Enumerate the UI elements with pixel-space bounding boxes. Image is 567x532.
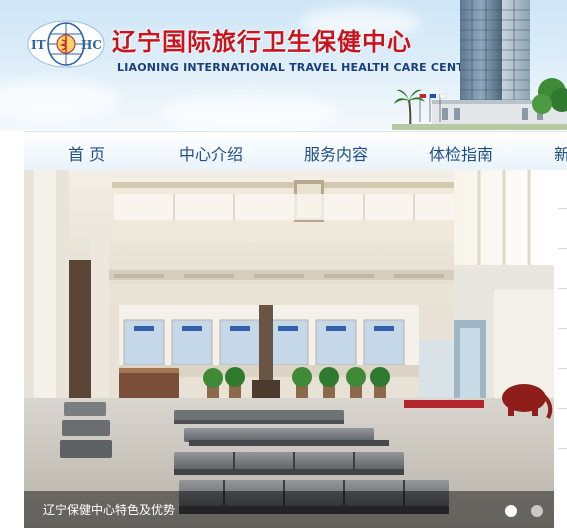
slide-dot-1[interactable] bbox=[505, 505, 517, 517]
side-divider bbox=[558, 448, 567, 449]
side-divider bbox=[558, 368, 567, 369]
nav-item-about[interactable]: 中心介绍 bbox=[179, 141, 243, 165]
image-slider: 辽宁保健中心特色及优势 bbox=[24, 170, 554, 528]
side-divider bbox=[558, 328, 567, 329]
logo-letters-left: IT bbox=[31, 38, 46, 52]
site-header: IT HC 辽宁国际旅行卫生保健中心 LIAONING INTERNATIONA… bbox=[0, 0, 567, 130]
side-column-edge bbox=[554, 170, 567, 528]
side-divider bbox=[558, 208, 567, 209]
nav-item-services[interactable]: 服务内容 bbox=[304, 141, 368, 165]
nav-item-news[interactable]: 新 bbox=[554, 141, 567, 165]
nav-item-checkup-guide[interactable]: 体检指南 bbox=[429, 141, 493, 165]
itshc-logo[interactable]: IT HC bbox=[26, 19, 106, 69]
nav-item-home[interactable]: 首 页 bbox=[68, 141, 105, 165]
side-divider bbox=[558, 288, 567, 289]
lobby-photo[interactable] bbox=[24, 170, 554, 528]
logo-letters-right: HC bbox=[81, 38, 102, 52]
office-tower-image bbox=[392, 0, 567, 130]
side-divider bbox=[558, 248, 567, 249]
slide-caption[interactable]: 辽宁保健中心特色及优势 bbox=[43, 501, 175, 518]
site-title-cn: 辽宁国际旅行卫生保健中心 bbox=[112, 28, 412, 56]
side-divider bbox=[558, 408, 567, 409]
main-nav: 首 页 中心介绍 服务内容 体检指南 新 bbox=[24, 131, 567, 171]
slide-dot-2[interactable] bbox=[531, 505, 543, 517]
slider-caption-bar: 辽宁保健中心特色及优势 bbox=[24, 491, 554, 528]
